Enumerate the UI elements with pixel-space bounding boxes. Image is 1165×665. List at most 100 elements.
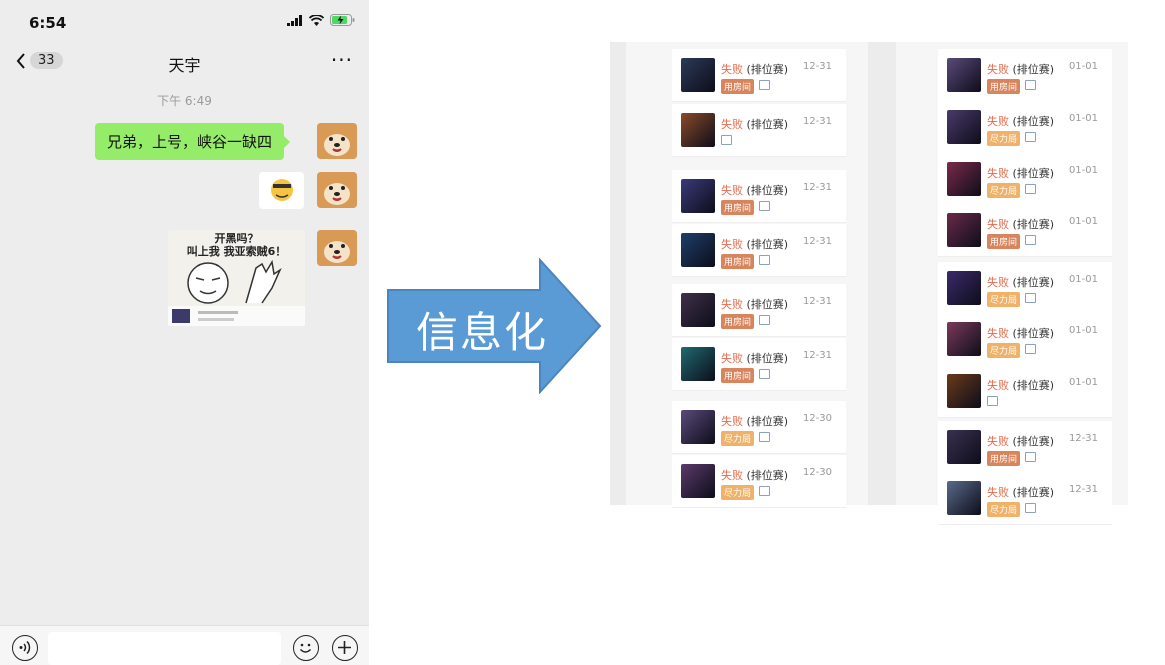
meme-image-message[interactable]: 开黑吗？ 叫上我 我亚索贼6！ <box>168 230 305 326</box>
match-row[interactable]: 失败 (排位赛) 12-31 用房间 <box>672 224 846 277</box>
screenshot-icon <box>987 396 998 406</box>
screenshot-icon <box>759 80 770 90</box>
status-icons <box>287 14 355 26</box>
chat-header: 33 天宇 ··· <box>0 44 369 80</box>
match-row[interactable]: 失败 (排位赛) 12-31 用房间 <box>672 338 846 391</box>
message-input[interactable] <box>48 632 281 665</box>
screenshot-icon <box>759 432 770 442</box>
more-options-button[interactable]: ··· <box>331 48 353 72</box>
match-date: 01-01 <box>1068 61 1098 72</box>
game-mode: (排位赛) <box>1012 167 1055 180</box>
placeholder-line <box>198 318 234 321</box>
result-label: 失败 <box>721 118 743 131</box>
match-row[interactable]: 失败 (排位赛) 12-31 <box>672 104 846 157</box>
match-date: 01-01 <box>1068 165 1098 176</box>
match-tag: 尽力局 <box>721 485 755 500</box>
match-tag: 尽力局 <box>987 131 1021 146</box>
match-date: 12-31 <box>802 236 832 247</box>
result-label: 失败 <box>987 167 1009 180</box>
message-text: 兄弟，上号，峡谷一缺四 <box>107 133 273 151</box>
match-result: 失败 (排位赛) <box>987 216 1054 232</box>
match-result: 失败 (排位赛) <box>987 113 1054 129</box>
champion-portrait <box>681 464 715 498</box>
voice-button[interactable] <box>12 635 38 661</box>
emoji-button[interactable] <box>293 635 319 661</box>
match-result: 失败 (排位赛) <box>987 325 1054 341</box>
result-label: 失败 <box>721 415 743 428</box>
match-date: 01-01 <box>1068 274 1098 285</box>
match-tag: 用房间 <box>987 79 1021 94</box>
match-tag: 尽力局 <box>987 343 1021 358</box>
result-label: 失败 <box>987 327 1009 340</box>
result-label: 失败 <box>987 486 1009 499</box>
meme-caption-bottom: 叫上我 我亚索贼6！ <box>186 245 287 258</box>
avatar[interactable] <box>317 230 357 266</box>
match-result: 失败 (排位赛) <box>721 116 788 132</box>
game-mode: (排位赛) <box>1012 115 1055 128</box>
dog-face-icon <box>317 230 357 266</box>
result-label: 失败 <box>987 115 1009 128</box>
result-label: 失败 <box>987 435 1009 448</box>
avatar[interactable] <box>317 172 357 208</box>
match-row[interactable]: 失败 (排位赛) 01-01 尽力局 <box>938 101 1112 154</box>
game-mode: (排位赛) <box>746 184 789 197</box>
match-date: 01-01 <box>1068 377 1098 388</box>
match-row[interactable]: 失败 (排位赛) 12-31 用房间 <box>672 284 846 337</box>
match-tag: 用房间 <box>987 234 1021 249</box>
match-result: 失败 (排位赛) <box>987 61 1054 77</box>
champion-portrait <box>681 113 715 147</box>
meme-face-drawing <box>187 259 282 304</box>
match-date: 01-01 <box>1068 113 1098 124</box>
match-date: 01-01 <box>1068 325 1098 336</box>
message-bubble[interactable]: 兄弟，上号，峡谷一缺四 <box>95 123 291 160</box>
match-row[interactable]: 失败 (排位赛) 12-31 尽力局 <box>938 472 1112 525</box>
champion-portrait <box>681 233 715 267</box>
match-date: 12-31 <box>802 116 832 127</box>
match-row[interactable]: 失败 (排位赛) 12-31 用房间 <box>938 421 1112 474</box>
match-result: 失败 (排位赛) <box>721 296 788 312</box>
match-tag: 尽力局 <box>721 431 755 446</box>
sticker-message[interactable] <box>259 172 304 209</box>
avatar[interactable] <box>317 123 357 159</box>
match-date: 12-31 <box>802 61 832 72</box>
match-row[interactable]: 失败 (排位赛) 01-01 尽力局 <box>938 313 1112 366</box>
match-result: 失败 (排位赛) <box>987 484 1054 500</box>
match-result: 失败 (排位赛) <box>987 433 1054 449</box>
match-row[interactable]: 失败 (排位赛) 12-30 尽力局 <box>672 455 846 508</box>
match-tag: 用房间 <box>721 200 755 215</box>
screenshot-icon <box>759 369 770 379</box>
match-result: 失败 (排位赛) <box>987 165 1054 181</box>
match-row[interactable]: 失败 (排位赛) 01-01 <box>938 365 1112 418</box>
champion-portrait <box>947 213 981 247</box>
screenshot-icon <box>759 201 770 211</box>
match-row[interactable]: 失败 (排位赛) 12-31 用房间 <box>672 49 846 102</box>
game-mode: (排位赛) <box>746 238 789 251</box>
match-date: 01-01 <box>1068 216 1098 227</box>
result-label: 失败 <box>987 379 1009 392</box>
match-result: 失败 (排位赛) <box>721 467 788 483</box>
match-result: 失败 (排位赛) <box>721 413 788 429</box>
screenshot-icon <box>1025 452 1036 462</box>
match-result: 失败 (排位赛) <box>721 350 788 366</box>
match-row[interactable]: 失败 (排位赛) 01-01 尽力局 <box>938 153 1112 206</box>
champion-portrait <box>681 347 715 381</box>
result-label: 失败 <box>987 276 1009 289</box>
match-date: 12-31 <box>1068 433 1098 444</box>
meme-footer <box>168 306 305 326</box>
match-row[interactable]: 失败 (排位赛) 01-01 尽力局 <box>938 262 1112 315</box>
match-row[interactable]: 失败 (排位赛) 01-01 用房间 <box>938 204 1112 257</box>
match-row[interactable]: 失败 (排位赛) 01-01 用房间 <box>938 49 1112 102</box>
screenshot-icon <box>721 135 732 145</box>
match-row[interactable]: 失败 (排位赛) 12-31 用房间 <box>672 170 846 223</box>
match-row[interactable]: 失败 (排位赛) 12-30 尽力局 <box>672 401 846 454</box>
signal-icon <box>287 14 302 26</box>
battery-charging-icon <box>330 14 355 26</box>
smiley-icon <box>299 643 312 653</box>
add-button[interactable] <box>332 635 358 661</box>
game-mode: (排位赛) <box>1012 327 1055 340</box>
result-label: 失败 <box>987 218 1009 231</box>
dog-face-icon <box>317 123 357 159</box>
game-mode: (排位赛) <box>746 352 789 365</box>
screenshot-icon <box>1025 80 1036 90</box>
game-mode: (排位赛) <box>746 63 789 76</box>
